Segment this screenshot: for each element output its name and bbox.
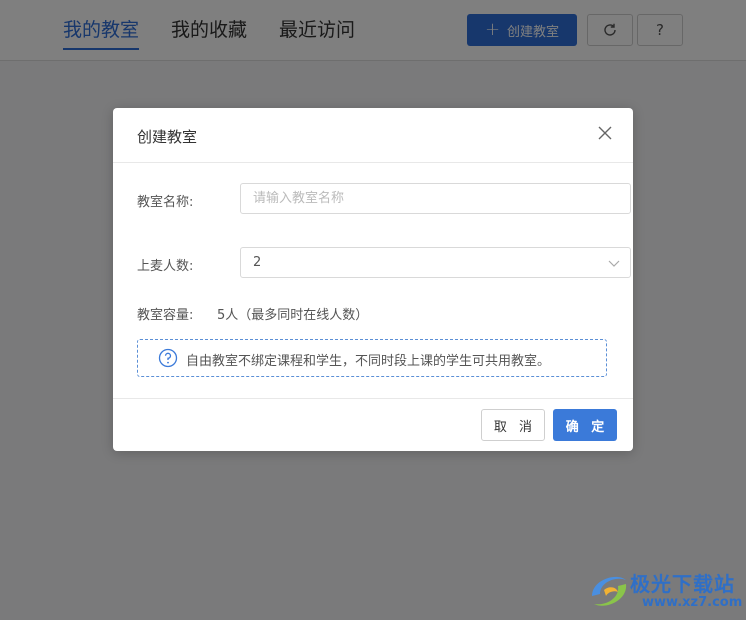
info-notice: 自由教室不绑定课程和学生，不同时段上课的学生可共用教室。: [137, 339, 607, 377]
dialog-header: 创建教室: [113, 108, 633, 163]
capacity-value: 5人（最多同时在线人数）: [217, 308, 369, 323]
seats-row: 上麦人数: 2: [137, 247, 631, 279]
create-classroom-dialog: 创建教室 教室名称: 请输入教室名称 上麦人数: 2 教室容量: 5人（最多同时…: [113, 108, 633, 451]
capacity-row: 教室容量: 5人（最多同时在线人数）: [137, 304, 631, 324]
swirl-logo-icon: [592, 576, 627, 606]
watermark-logo: 极光下载站 www.xz7.com: [586, 566, 746, 616]
dialog-title: 创建教室: [137, 128, 198, 146]
seats-label: 上麦人数:: [137, 259, 194, 274]
close-icon: [598, 126, 612, 140]
close-button[interactable]: [597, 125, 613, 141]
cancel-button[interactable]: 取 消: [481, 409, 545, 441]
chevron-down-icon: [608, 260, 620, 267]
notice-text: 自由教室不绑定课程和学生，不同时段上课的学生可共用教室。: [186, 354, 551, 369]
seats-value: 2: [253, 255, 262, 270]
watermark-name: 极光下载站: [630, 572, 735, 596]
dialog-footer: 取 消 确 定: [113, 398, 633, 452]
name-label: 教室名称:: [137, 195, 194, 210]
seats-select[interactable]: 2: [240, 247, 631, 278]
name-row: 教室名称: 请输入教室名称: [137, 183, 631, 215]
question-circle-icon: [158, 348, 178, 368]
confirm-button[interactable]: 确 定: [553, 409, 617, 441]
classroom-name-input[interactable]: 请输入教室名称: [240, 183, 631, 214]
classroom-name-placeholder: 请输入教室名称: [253, 191, 345, 206]
watermark-url: www.xz7.com: [642, 595, 743, 610]
capacity-label: 教室容量:: [137, 308, 194, 323]
